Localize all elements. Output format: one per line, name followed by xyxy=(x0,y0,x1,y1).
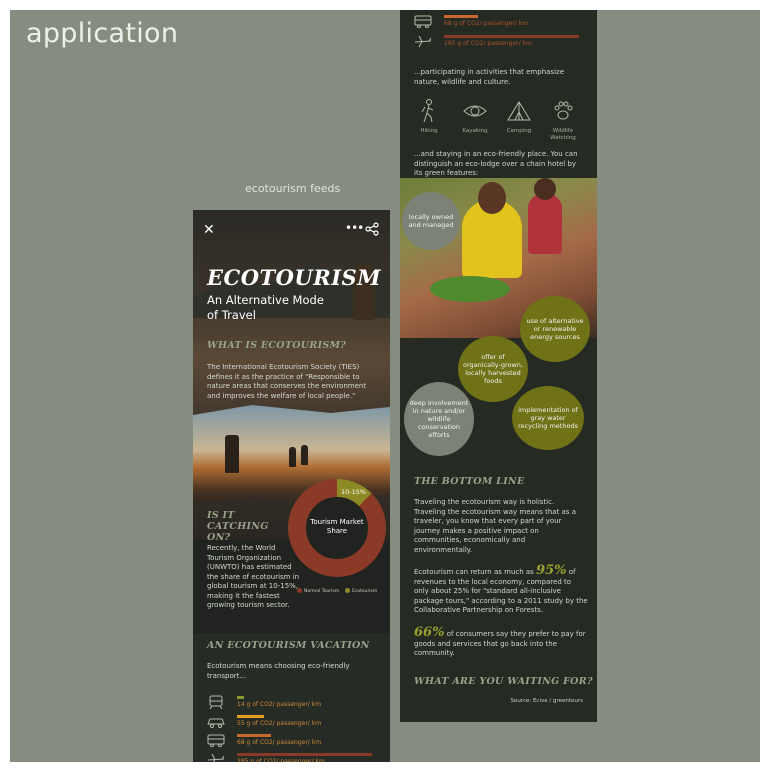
co2-bar xyxy=(237,734,271,737)
hiker-icon xyxy=(421,99,434,123)
feed-caption: ecotourism feeds xyxy=(245,182,341,195)
phone-transport-row: 55 g of CO2/ passenger/ km xyxy=(207,714,382,732)
co2-label: 14 g of CO2/ passenger/ km xyxy=(237,701,322,708)
phone-preview[interactable]: ✕ ••• ECOTOURISM An Alternative Mode of … xyxy=(193,210,390,762)
stat1-block: Ecotourism can return as much as 95% of … xyxy=(414,563,588,614)
bus-icon xyxy=(414,15,432,28)
section-body-vacation: Ecotourism means choosing eco-friendly t… xyxy=(207,662,350,680)
bubble-grey-water: implementation of gray water recycling m… xyxy=(512,386,584,450)
phone-transport-row: 68 g of CO2/ passenger/ km xyxy=(207,733,382,751)
paw-icon xyxy=(554,101,573,120)
cta-heading: WHAT ARE YOU WAITING FOR? xyxy=(414,676,593,687)
train-icon xyxy=(209,695,223,709)
stay-text: ...and staying in an eco-friendly place.… xyxy=(414,150,578,177)
section-heading-bottom-line: THE BOTTOM LINE xyxy=(414,476,525,487)
stat1-value: 95% xyxy=(536,563,567,578)
co2-bar xyxy=(444,35,579,38)
co2-label: 68 g of CO2/ passenger/ km xyxy=(237,739,322,746)
stat2-value: 66% xyxy=(414,625,445,640)
co2-label: 285 g of CO2/ passenger/ km xyxy=(237,758,325,762)
infographic-strip[interactable]: 68 g of CO2/ passenger/ km 285 g of CO2/ … xyxy=(400,10,597,722)
strip-transport-row: 68 g of CO2/ passenger/ km xyxy=(414,14,589,32)
phone-transport-row: 14 g of CO2/ passenger/ km xyxy=(207,695,382,713)
activity-label-hiking: Hiking xyxy=(420,128,438,134)
co2-bar xyxy=(444,15,478,18)
co2-label: 285 g of CO2/ passenger/ km xyxy=(444,40,532,47)
bubble-alt-energy: use of alternative or renewable energy s… xyxy=(520,296,590,362)
legend-normal: Normal Tourism xyxy=(297,588,339,594)
bus-icon xyxy=(207,734,225,747)
tent-icon xyxy=(507,101,531,121)
bubble-organic: offer of organically-grown, locally harv… xyxy=(458,336,528,402)
co2-bar xyxy=(237,715,264,718)
bubble-local: locally owned and managed xyxy=(402,192,460,250)
co2-label: 55 g of CO2/ passenger/ km xyxy=(237,720,322,727)
activity-label-kayaking: Kayaking xyxy=(462,128,488,134)
eye-icon xyxy=(463,105,487,117)
source-note: Source: Ecive / greentours xyxy=(510,698,583,704)
section-heading-what: WHAT IS ECOTOURISM? xyxy=(207,340,347,351)
activity-label-camping: Camping xyxy=(506,128,532,134)
bubble-involvement: deep involvement in nature and/or wildli… xyxy=(404,382,474,456)
bottom-line-p1: Traveling the ecotourism way is holistic… xyxy=(414,498,576,554)
phone-transport-row: 285 g of CO2/ passenger/ km xyxy=(207,752,382,762)
app-title: application xyxy=(26,18,179,49)
more-icon[interactable]: ••• xyxy=(345,221,364,235)
section-body-what: The International Ecotourism Society (TI… xyxy=(207,363,367,400)
co2-bar xyxy=(237,696,244,699)
plane-icon xyxy=(207,753,225,762)
co2-bar xyxy=(237,753,372,756)
car-icon xyxy=(207,718,225,728)
stat2-block: 66% of consumers say they prefer to pay … xyxy=(414,625,586,657)
legend-eco: Ecotourism xyxy=(345,588,377,594)
section-heading-catching: IS IT CATCHING ON? xyxy=(207,510,269,543)
activity-label-wildlife: Wildlife Watching xyxy=(550,128,576,141)
co2-label: 68 g of CO2/ passenger/ km xyxy=(444,20,529,27)
hero-subtitle: An Alternative Mode of Travel xyxy=(207,293,324,322)
strip-transport-row: 285 g of CO2/ passenger/ km xyxy=(414,34,589,52)
donut-center-label: Tourism Market Share xyxy=(310,518,364,535)
section-heading-vacation: AN ECOTOURISM VACATION xyxy=(207,640,370,651)
plane-icon xyxy=(414,35,432,48)
donut-eco-tag: 10-15% xyxy=(341,488,367,496)
close-icon[interactable]: ✕ xyxy=(203,222,215,238)
share-icon[interactable] xyxy=(365,222,379,236)
hero-title: ECOTOURISM xyxy=(207,265,381,290)
activities-intro: ...participating in activities that emph… xyxy=(414,68,564,86)
